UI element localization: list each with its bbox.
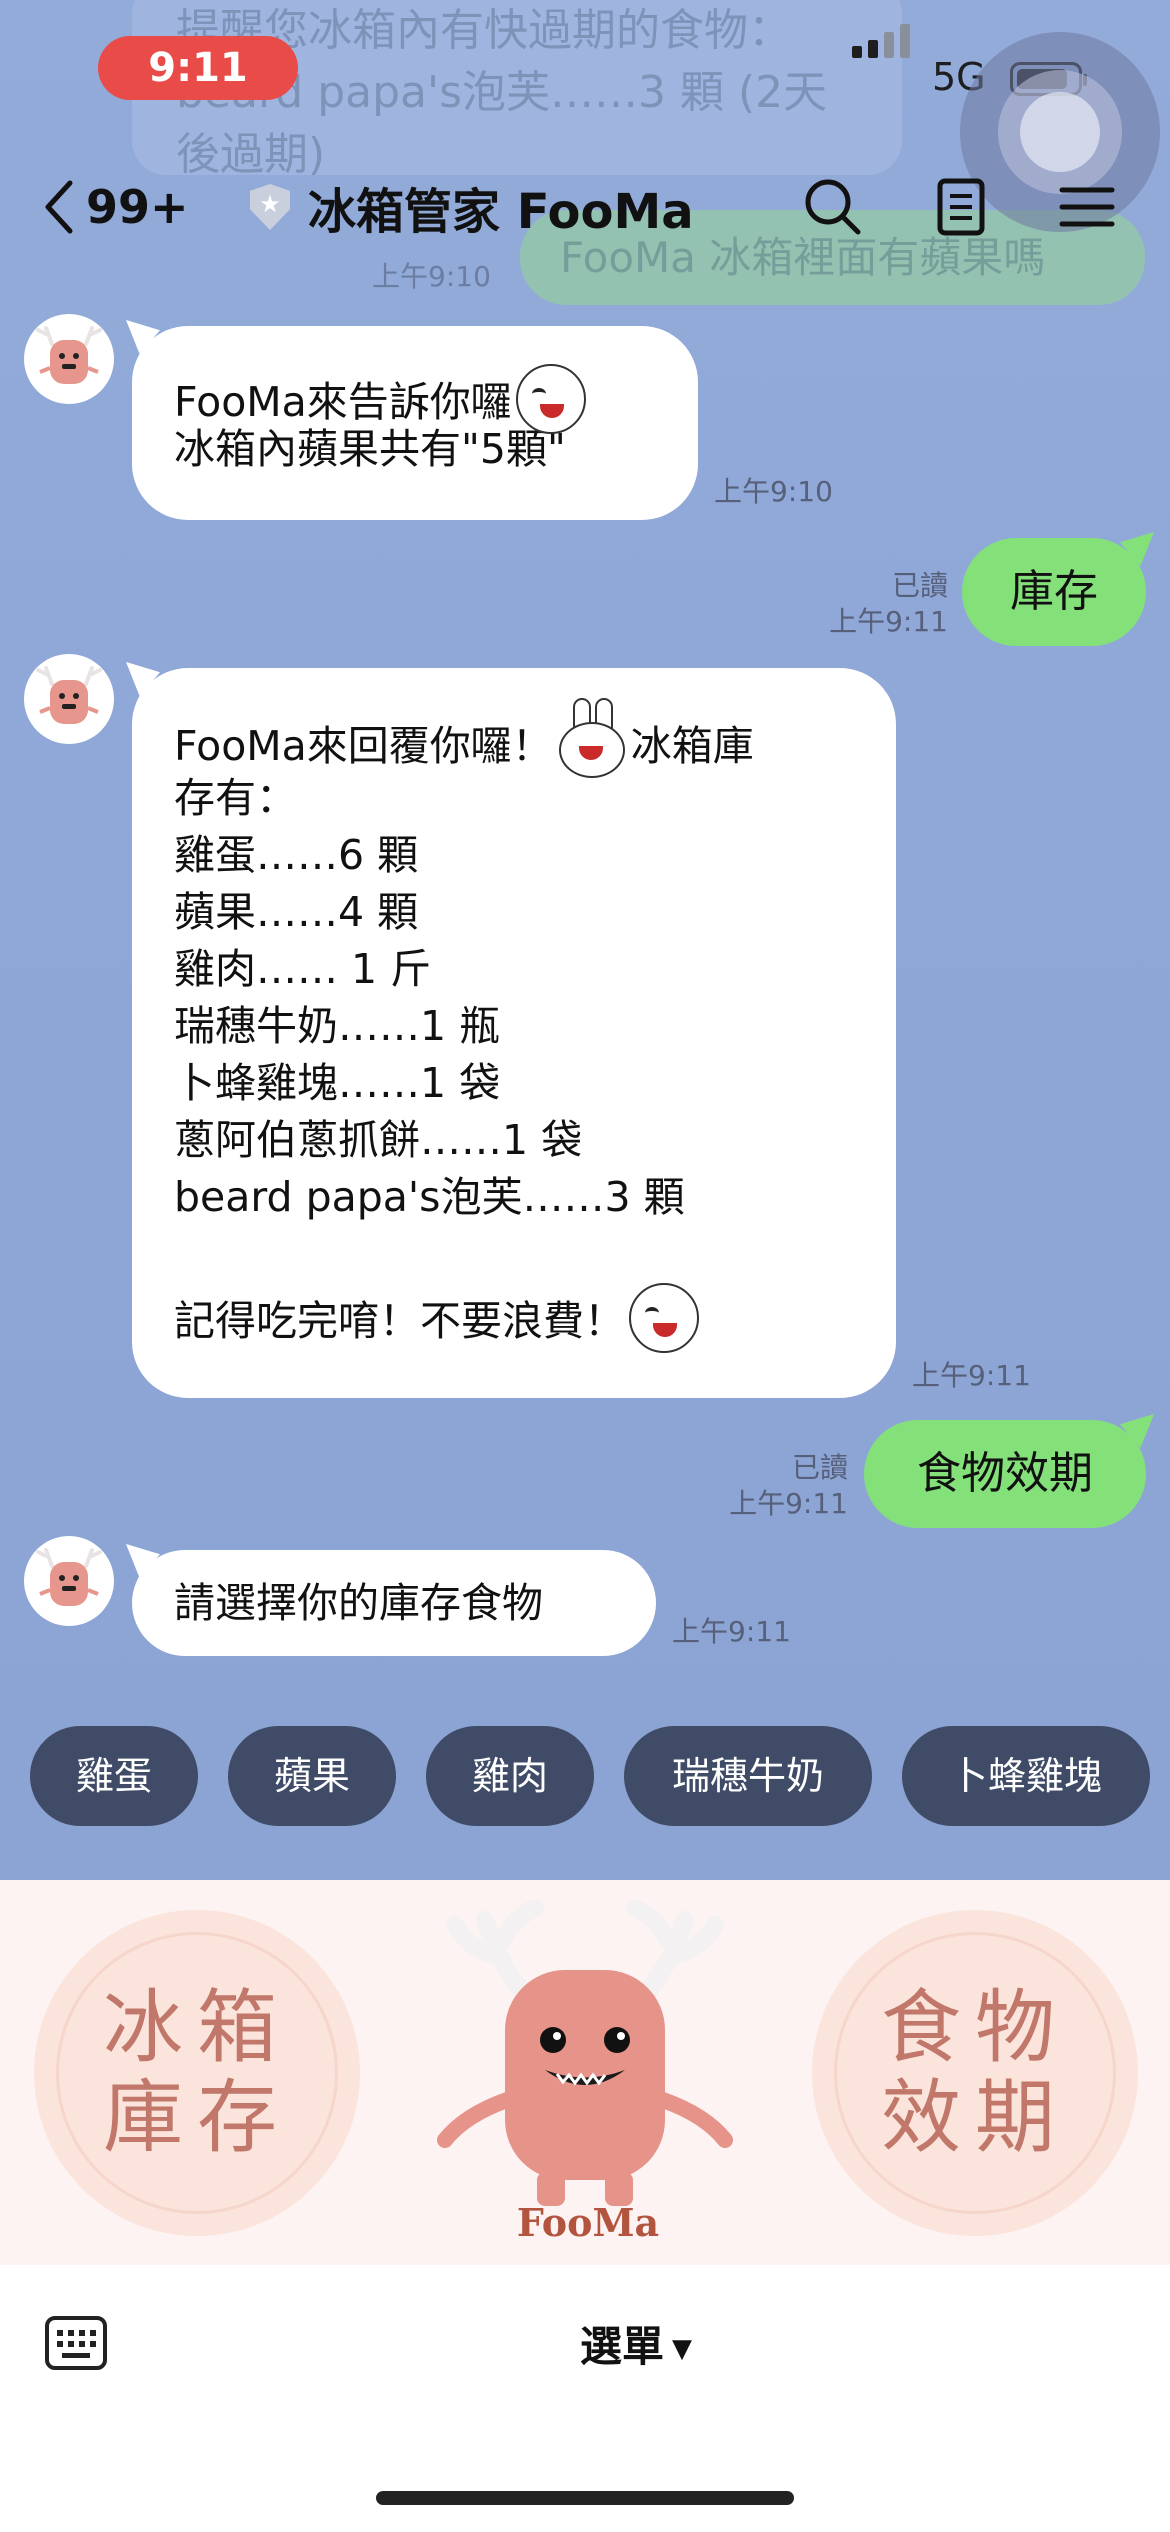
rich-menu-label: 庫存 [103,2071,291,2164]
message-text: 存有： [174,774,297,822]
message-text [174,1226,896,1283]
quick-reply-button[interactable]: 蘋果 [228,1726,396,1826]
message-text: FooMa來告訴你囉 [174,378,512,426]
message-text: 庫存 [1010,566,1098,617]
mascot-avatar-icon [36,666,102,724]
message-bubble-incoming: FooMa來回覆你囉！ 冰箱庫 存有： 雞蛋……6 顆 蘋果……4 顆 雞肉…… … [132,668,896,1398]
message-time: 上午9:11 [729,1487,848,1520]
message-text: beard papa's泡芙……3 顆 [174,1173,685,1221]
food-expiry-button[interactable]: 食物 效期 [812,1910,1138,2236]
message-time: 上午9:11 [829,605,948,638]
mascot-avatar-icon [36,326,102,384]
official-account-shield-icon [250,184,290,230]
unread-count: 99+ [86,180,189,234]
message-text: 請選擇你的庫存食物 [174,1579,543,1627]
notes-icon[interactable] [930,176,992,238]
quick-reply-button[interactable]: 卜蜂雞塊 [902,1726,1150,1826]
rich-menu-label: 食物 [881,1981,1069,2074]
bottom-bar: 選單 ▼ [0,2265,1170,2532]
notification-line: 後過期) [176,129,326,175]
home-indicator[interactable] [376,2491,794,2505]
quick-reply-button[interactable]: 雞肉 [426,1726,594,1826]
menu-icon[interactable] [1056,176,1118,238]
search-icon[interactable] [802,176,864,238]
message-text: 蘋果……4 顆 [174,888,419,936]
chat-title-text: 冰箱管家 FooMa [308,184,694,240]
message-text: FooMa來回覆你囉！ [174,722,553,770]
mascot-avatar-icon [36,1548,102,1606]
message-bubble-outgoing: 食物效期 [864,1420,1146,1528]
message-text: 食物效期 [917,1448,1093,1499]
bot-avatar[interactable] [24,314,114,404]
sticker-emoji-icon [629,1283,699,1353]
message-text: 瑞穗牛奶……1 瓶 [174,1002,501,1050]
fridge-inventory-button[interactable]: 冰箱 庫存 [34,1910,360,2236]
message-text: 冰箱內蘋果共有"5顆" [174,425,566,473]
chevron-left-icon [45,180,73,234]
caret-down-icon: ▼ [672,2334,693,2364]
message-bubble-incoming: 請選擇你的庫存食物 [132,1550,656,1656]
quick-reply-button[interactable]: 雞蛋 [30,1726,198,1826]
bot-avatar[interactable] [24,1536,114,1626]
fooma-logo: FooMa [516,2200,660,2245]
rich-menu-label: 冰箱 [103,1981,291,2074]
message-bubble-incoming: FooMa來告訴你囉 冰箱內蘋果共有"5顆" [132,326,698,520]
message-text: 蔥阿伯蔥抓餅……1 袋 [174,1116,583,1164]
chat-title[interactable]: 冰箱管家 FooMa [250,172,694,242]
rich-menu: 冰箱 庫存 FooMa 食物 效期 [0,1880,1170,2265]
rich-menu-label: 效期 [881,2071,1069,2164]
sticker-emoji-icon [515,364,586,434]
bunny-sticker-icon [557,698,627,778]
menu-toggle[interactable]: 選單 ▼ [580,2313,692,2374]
message-text: 雞蛋……6 顆 [174,831,419,879]
bot-avatar[interactable] [24,654,114,744]
read-receipt: 已讀 [891,569,948,602]
read-receipt: 已讀 [791,1451,848,1484]
message-text: 記得吃完唷！不要浪費！ [174,1297,625,1345]
previous-message-time: 上午9:10 [372,260,491,293]
message-time: 上午9:11 [912,1359,1031,1392]
status-time: 9:11 [98,36,298,100]
message-time: 上午9:10 [714,475,833,508]
fooma-mascot-icon [437,1900,733,2206]
message-time: 上午9:11 [672,1615,791,1648]
keyboard-icon[interactable] [44,2315,108,2371]
message-text: 冰箱庫 [630,722,754,770]
message-text: 雞肉…… 1 斤 [174,945,432,993]
menu-toggle-label: 選單 [580,2322,665,2371]
quick-reply-button[interactable]: 瑞穗牛奶 [624,1726,872,1826]
message-text: 卜蜂雞塊……1 袋 [174,1059,501,1107]
back-button[interactable]: 99+ [40,172,189,242]
message-bubble-outgoing: 庫存 [962,538,1146,646]
